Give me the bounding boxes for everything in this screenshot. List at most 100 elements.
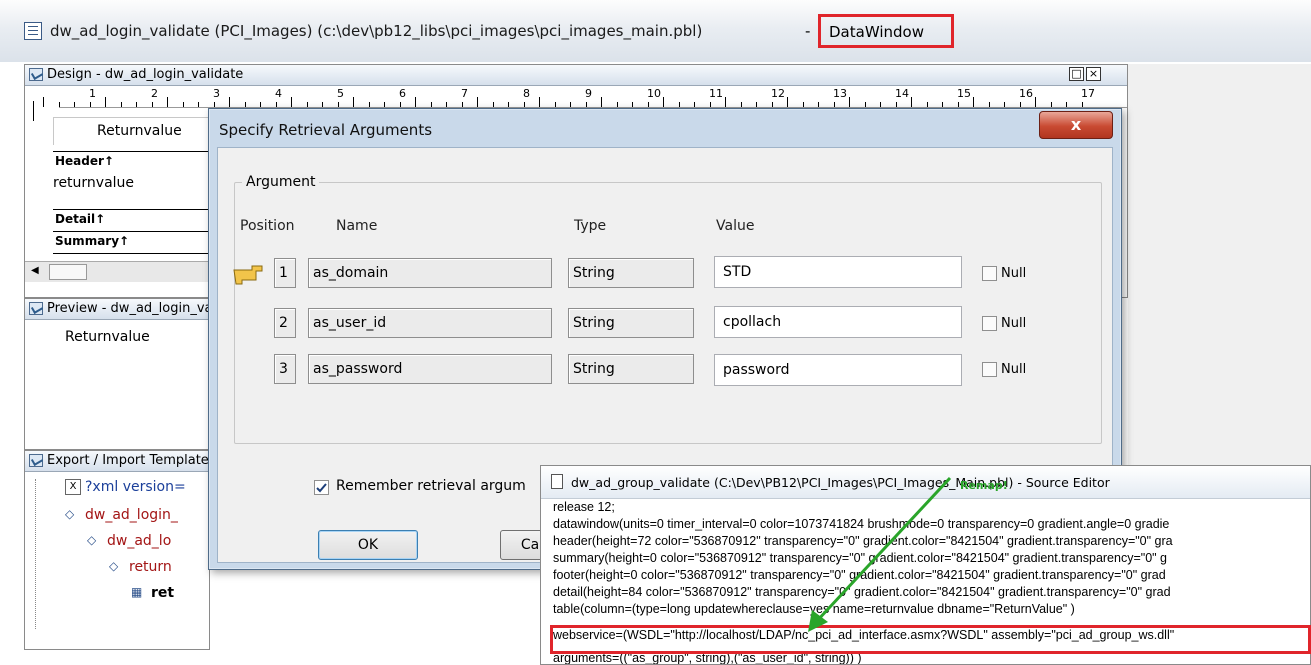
ruler-tick <box>58 102 60 107</box>
preview-pane: Preview - dw_ad_login_validate Returnval… <box>24 298 210 450</box>
ruler-tick <box>554 102 556 107</box>
null-checkbox[interactable] <box>982 266 997 281</box>
ruler-tick <box>833 102 835 107</box>
ruler-mark: 14 <box>895 87 909 100</box>
ruler-tick <box>1019 102 1021 107</box>
document-icon <box>551 474 563 489</box>
export-pane-header[interactable]: Export / Import Template - XML <box>25 451 209 472</box>
ruler-tick <box>492 102 494 107</box>
argument-position: 1 <box>274 258 296 288</box>
ruler-tick <box>926 102 928 107</box>
horizontal-scrollbar[interactable]: ◀ <box>25 261 211 282</box>
remember-arguments-checkbox[interactable] <box>314 480 329 495</box>
ok-button[interactable]: OK <box>318 530 418 560</box>
ruler-tick <box>880 102 881 107</box>
header-text-frame <box>53 117 209 145</box>
detail-band-label[interactable]: Detail↑ <box>53 209 211 228</box>
ruler-mark: 10 <box>647 87 661 100</box>
ruler-tick <box>105 97 106 107</box>
scroll-left-icon[interactable]: ◀ <box>31 264 45 278</box>
current-row-pointer-icon <box>232 260 266 286</box>
element-icon: ◇ <box>87 533 97 547</box>
horizontal-ruler: 1 2 3 4 5 6 7 8 9 10 11 12 13 14 15 16 17 <box>43 87 1127 108</box>
argument-name: as_user_id <box>308 308 552 338</box>
ruler-tick <box>446 102 447 107</box>
null-checkbox-label: Null <box>1001 266 1027 281</box>
ruler-mark: 3 <box>213 87 220 100</box>
ruler-tick <box>756 102 757 107</box>
close-pane-button[interactable]: × <box>1086 67 1101 81</box>
argument-position: 2 <box>274 308 296 338</box>
scroll-thumb[interactable] <box>49 264 87 280</box>
ruler-mark: 12 <box>771 87 785 100</box>
argument-value-input[interactable]: STD <box>714 256 962 288</box>
argument-type: String <box>568 258 694 288</box>
ruler-tick <box>787 97 788 107</box>
ruler-tick <box>818 102 819 107</box>
argument-name: as_domain <box>308 258 552 288</box>
ruler-tick <box>89 102 91 107</box>
ruler-tick <box>353 97 354 107</box>
ruler-tick <box>461 102 463 107</box>
code-line[interactable]: release 12; <box>553 500 615 514</box>
pane-design-icon <box>29 68 43 81</box>
design-pane-title: Design - dw_ad_login_validate <box>47 67 244 82</box>
datawindow-type-label: DataWindow <box>829 23 924 41</box>
maximize-button[interactable]: □ <box>1069 67 1084 81</box>
ruler-tick <box>849 97 850 107</box>
ruler-tick <box>244 102 246 107</box>
position-column-header: Position <box>240 218 295 234</box>
ruler-tick <box>988 102 990 107</box>
null-checkbox[interactable] <box>982 316 997 331</box>
preview-pane-title: Preview - dw_ad_login_validate <box>47 301 209 316</box>
ruler-mark: 2 <box>151 87 158 100</box>
ruler-tick <box>957 102 959 107</box>
tree-item-label: return <box>129 559 172 575</box>
close-icon: x <box>1070 115 1082 134</box>
ruler-tick <box>709 102 711 107</box>
ruler-tick <box>384 102 385 107</box>
ruler-tick <box>399 102 401 107</box>
ruler-tick <box>632 102 633 107</box>
ruler-tick <box>663 97 664 107</box>
argument-value-input[interactable]: password <box>714 354 962 386</box>
ruler-tick <box>678 102 680 107</box>
header-band-label[interactable]: Header↑ <box>53 151 211 170</box>
ruler-tick <box>260 102 261 107</box>
argument-value-input[interactable]: cpollach <box>714 306 962 338</box>
ruler-mark: 7 <box>461 87 468 100</box>
ruler-tick <box>198 102 199 107</box>
ruler-tick <box>43 97 44 107</box>
title-separator: - <box>805 22 811 40</box>
ruler-tick <box>725 97 726 107</box>
ruler-tick <box>136 102 137 107</box>
ruler-tick <box>895 102 897 107</box>
ruler-tick <box>167 97 168 107</box>
maximize-icon: □ <box>1071 67 1082 80</box>
ruler-tick <box>740 102 742 107</box>
preview-pane-header[interactable]: Preview - dw_ad_login_validate <box>25 299 209 320</box>
ruler-mark: 11 <box>709 87 723 100</box>
ruler-tick <box>74 102 75 107</box>
ruler-tick <box>942 102 943 107</box>
column-icon: ▦ <box>131 585 143 599</box>
ruler-left-mark <box>33 101 34 121</box>
ruler-tick <box>368 102 370 107</box>
ruler-tick <box>120 102 122 107</box>
ruler-tick <box>694 102 695 107</box>
tree-item-label: ret <box>151 585 175 601</box>
ruler-tick <box>151 102 153 107</box>
ruler-tick <box>337 102 339 107</box>
checkmark-icon <box>316 483 327 493</box>
ruler-tick <box>1066 102 1067 107</box>
argument-type: String <box>568 354 694 384</box>
element-icon: ◇ <box>109 559 119 573</box>
design-pane-header[interactable]: Design - dw_ad_login_validate □ × <box>25 65 1127 86</box>
tree-guide <box>35 479 37 629</box>
column-field[interactable]: returnvalue <box>53 175 134 191</box>
null-checkbox[interactable] <box>982 362 997 377</box>
ruler-tick <box>1050 102 1052 107</box>
summary-band-label[interactable]: Summary↑ <box>53 231 211 250</box>
ruler-tick <box>291 97 292 107</box>
dialog-close-button[interactable]: x <box>1039 111 1113 139</box>
